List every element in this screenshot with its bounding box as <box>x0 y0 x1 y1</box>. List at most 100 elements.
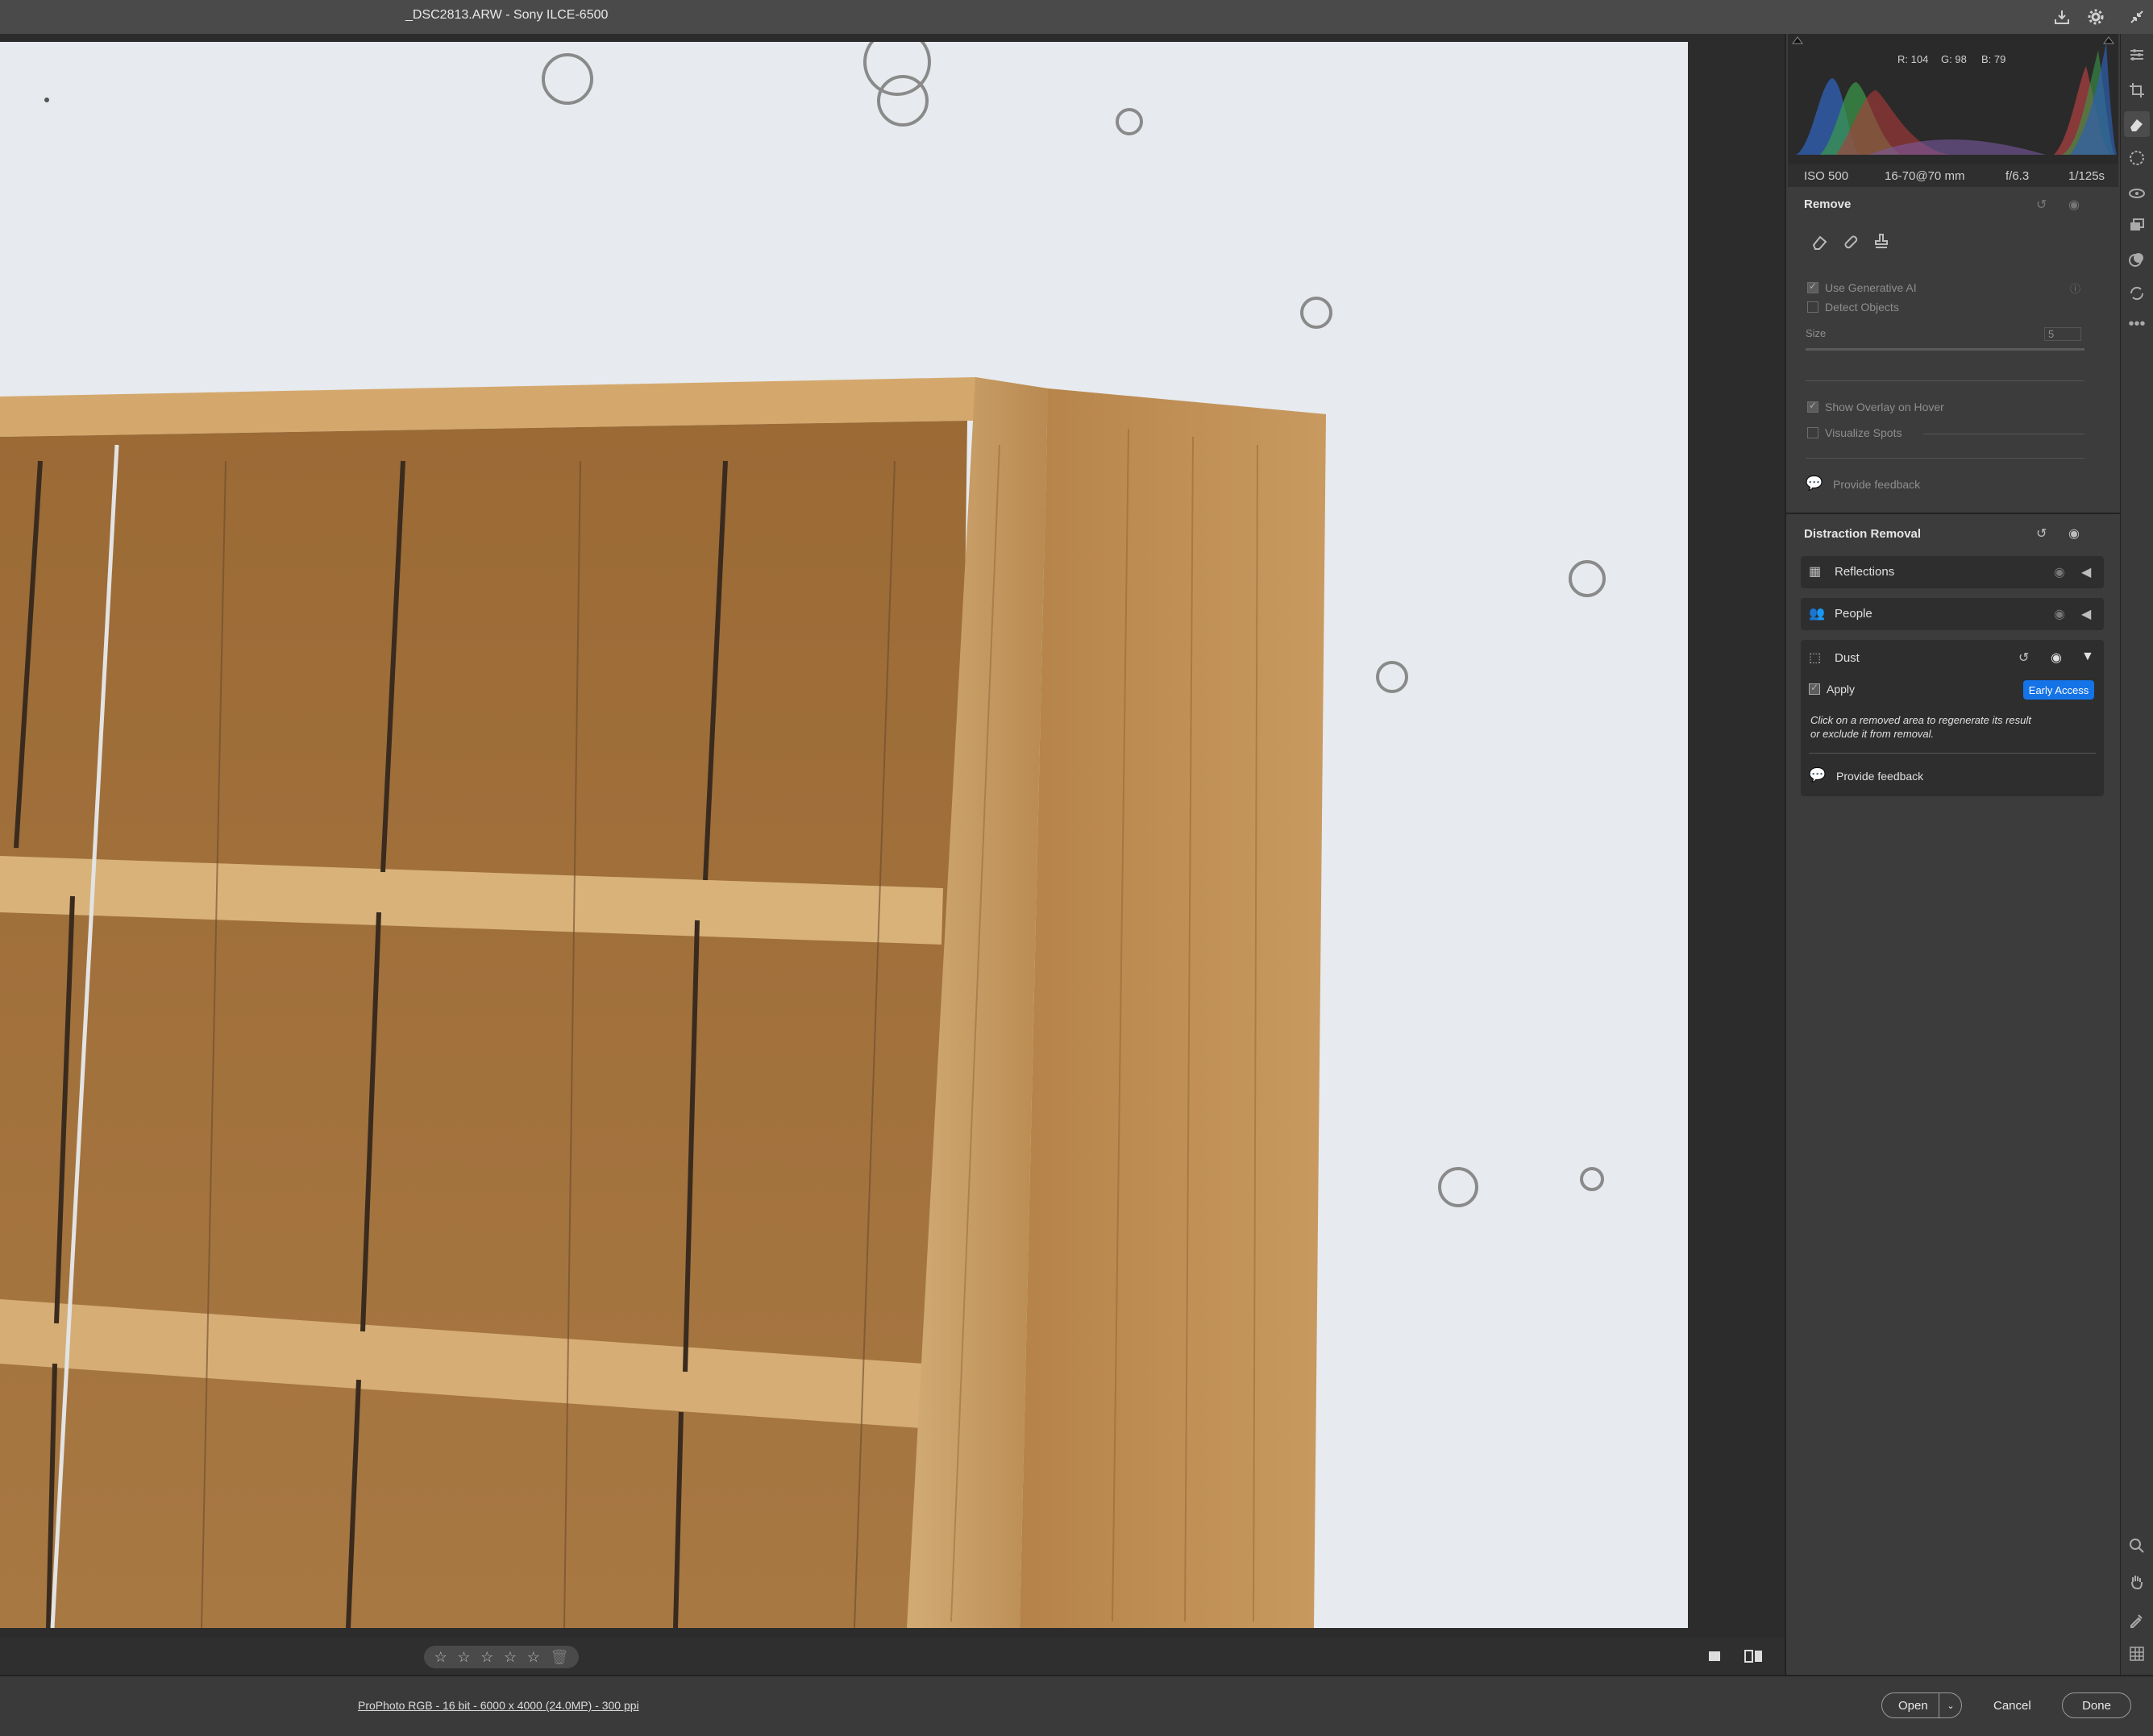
snapshots-icon[interactable] <box>2124 213 2150 239</box>
edit-panel: R: 104 G: 98 B: 79 ISO 500 16-70@70 mm f… <box>1785 34 2122 1675</box>
divider <box>1806 458 2084 459</box>
window-title: _DSC2813.ARW - Sony ILCE-6500 <box>405 8 609 22</box>
visualize-spots-label: Visualize Spots <box>1825 426 1902 439</box>
cancel-button[interactable]: Cancel <box>1993 1699 2031 1713</box>
exif-shutter: 1/125s <box>2068 169 2105 183</box>
clone-stamp-icon[interactable] <box>1872 232 1891 251</box>
open-button[interactable]: Open ⌄ <box>1881 1692 1962 1718</box>
remove-feedback-link[interactable]: Provide feedback <box>1833 478 1920 491</box>
dust-eye-icon[interactable]: ◉ <box>2051 650 2062 666</box>
show-overlay-checkbox[interactable] <box>1807 400 1818 413</box>
dust-help-line1: Click on a removed area to regenerate it… <box>1810 714 2031 726</box>
single-view-icon[interactable] <box>1707 1649 1722 1663</box>
use-generative-ai-label: Use Generative AI <box>1825 281 1917 294</box>
dust-reset-icon[interactable]: ↺ <box>2018 650 2029 666</box>
dust-icon: ⬚ <box>1809 651 1822 665</box>
eyedropper-icon[interactable] <box>2124 1607 2150 1633</box>
dust-apply-label: Apply <box>1827 683 1856 696</box>
exif-lens: 16-70@70 mm <box>1885 169 1965 183</box>
people-row[interactable]: 👥 People ◉ ◀ <box>1801 598 2104 630</box>
open-button-label: Open <box>1898 1698 1928 1713</box>
star-rating[interactable]: ☆ ☆ ☆ ☆ ☆ 🗑 <box>424 1646 579 1668</box>
remove-title: Remove <box>1804 197 1852 211</box>
exif-aperture: f/6.3 <box>2005 169 2030 183</box>
workflow-options-link[interactable]: ProPhoto RGB - 16 bit - 6000 x 4000 (24.… <box>358 1699 639 1712</box>
done-button-label: Done <box>2082 1698 2111 1713</box>
status-bar: ProPhoto RGB - 16 bit - 6000 x 4000 (24.… <box>0 1675 2153 1736</box>
divider <box>1806 380 2084 381</box>
presets-icon[interactable] <box>2124 247 2150 272</box>
star-icon[interactable]: ☆ <box>527 1649 540 1666</box>
visualize-spots-checkbox[interactable] <box>1807 427 1818 438</box>
dust-collapse-icon[interactable]: ▼ <box>2081 650 2094 664</box>
eraser-icon[interactable] <box>1810 232 1830 251</box>
image-canvas[interactable] <box>0 34 1785 1675</box>
dust-section: ⬚ Dust ↺ ◉ ▼ Apply Early Access Click on… <box>1801 640 2104 796</box>
people-eye-icon[interactable]: ◉ <box>2054 606 2065 622</box>
people-expand-icon[interactable]: ◀ <box>2081 606 2091 622</box>
show-overlay-label: Show Overlay on Hover <box>1825 401 1944 413</box>
size-slider[interactable] <box>1806 348 2084 351</box>
collapse-icon[interactable] <box>2125 5 2149 29</box>
settings-gear-icon[interactable] <box>2084 5 2108 29</box>
rating-bar: ☆ ☆ ☆ ☆ ☆ 🗑 <box>0 1638 1785 1675</box>
dust-label: Dust <box>1835 651 1860 665</box>
edit-sliders-icon[interactable] <box>2124 42 2150 68</box>
detect-objects-label: Detect Objects <box>1825 301 1899 314</box>
masking-icon[interactable] <box>2124 145 2150 171</box>
reflections-eye-icon[interactable]: ◉ <box>2054 564 2065 580</box>
more-icon[interactable]: ••• <box>2124 311 2150 337</box>
tool-strip: ••• <box>2120 34 2153 1675</box>
distraction-removal-title: Distraction Removal <box>1804 527 1922 541</box>
dust-feedback-link[interactable]: Provide feedback <box>1836 770 1923 783</box>
photo-illustration <box>0 42 1606 1628</box>
size-value-field[interactable]: 5 <box>2044 327 2081 341</box>
heal-icon[interactable] <box>1841 232 1860 251</box>
histogram-readout-b: B: 79 <box>1981 53 2006 65</box>
star-icon[interactable]: ☆ <box>480 1649 493 1666</box>
reflections-row[interactable]: ▦ Reflections ◉ ◀ <box>1801 556 2104 588</box>
exif-iso: ISO 500 <box>1804 169 1849 183</box>
dust-apply-checkbox[interactable] <box>1809 682 1820 695</box>
star-icon[interactable]: ☆ <box>504 1649 517 1666</box>
reflections-icon: ▦ <box>1809 565 1822 579</box>
sync-icon[interactable] <box>2124 280 2150 306</box>
reset-icon[interactable]: ↺ <box>2036 197 2047 213</box>
zoom-icon[interactable] <box>2124 1533 2150 1559</box>
reflections-label: Reflections <box>1835 565 1895 579</box>
crop-icon[interactable] <box>2124 77 2150 103</box>
divider <box>1809 753 2096 754</box>
photo-preview[interactable] <box>0 42 1688 1628</box>
hand-icon[interactable] <box>2124 1568 2150 1594</box>
divider <box>1786 513 2120 514</box>
people-icon: 👥 <box>1809 607 1825 621</box>
use-generative-ai-checkbox[interactable] <box>1807 280 1818 293</box>
detect-objects-checkbox[interactable] <box>1807 301 1818 313</box>
title-bar: _DSC2813.ARW - Sony ILCE-6500 <box>0 0 2153 34</box>
trash-icon[interactable]: 🗑 <box>550 1649 568 1666</box>
distraction-reset-icon[interactable]: ↺ <box>2036 525 2047 542</box>
reflections-expand-icon[interactable]: ◀ <box>2081 564 2091 580</box>
remove-tool-icon[interactable] <box>2124 111 2150 137</box>
info-icon[interactable]: ⓘ <box>2070 280 2080 296</box>
dust-feedback-icon: 💬 <box>1809 767 1827 783</box>
size-label: Size <box>1806 327 1827 339</box>
histogram: R: 104 G: 98 B: 79 <box>1788 34 2118 164</box>
before-after-icon[interactable] <box>1744 1649 1764 1663</box>
histogram-readout-g: G: 98 <box>1941 53 1967 65</box>
save-icon[interactable] <box>2050 5 2074 29</box>
people-label: People <box>1835 607 1872 621</box>
star-icon[interactable]: ☆ <box>457 1649 470 1666</box>
histogram-readout-r: R: 104 <box>1897 53 1929 65</box>
visibility-eye-icon[interactable]: ◉ <box>2068 197 2080 213</box>
grid-icon[interactable] <box>2124 1641 2150 1667</box>
dust-help-line2: or exclude it from removal. <box>1810 728 1935 740</box>
feedback-icon: 💬 <box>1806 476 1823 491</box>
early-access-badge[interactable]: Early Access <box>2023 680 2094 700</box>
done-button[interactable]: Done <box>2062 1692 2131 1718</box>
open-dropdown-chevron-icon[interactable]: ⌄ <box>1939 1693 1962 1717</box>
red-eye-icon[interactable] <box>2124 181 2150 206</box>
exif-bar: ISO 500 16-70@70 mm f/6.3 1/125s <box>1788 164 2118 187</box>
distraction-visibility-icon[interactable]: ◉ <box>2068 525 2080 542</box>
star-icon[interactable]: ☆ <box>434 1649 447 1666</box>
